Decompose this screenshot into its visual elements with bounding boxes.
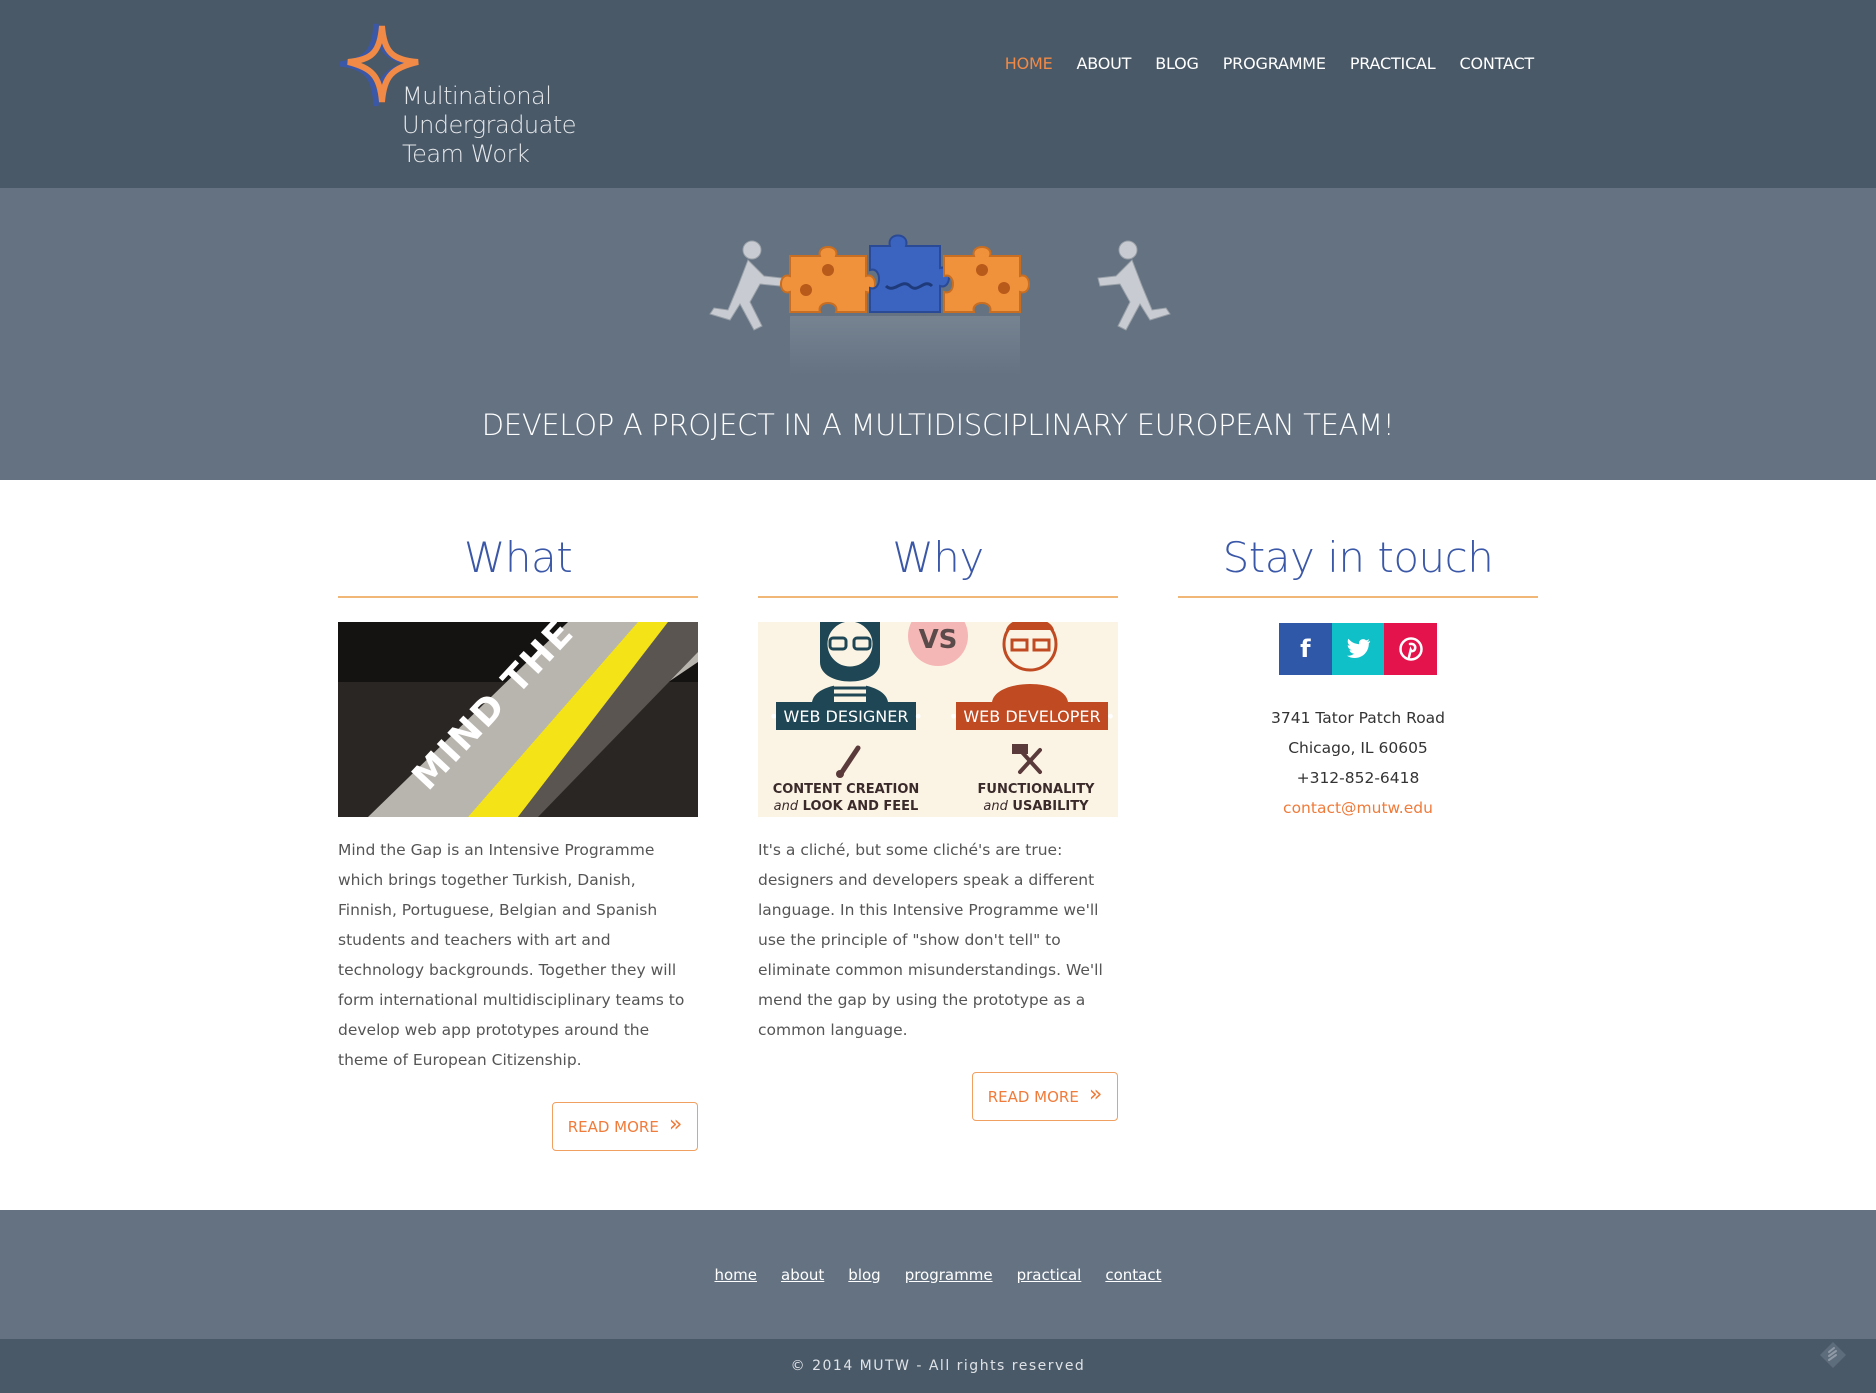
what-read-more-button[interactable]: READ MORE »	[552, 1102, 698, 1151]
pinterest-icon[interactable]	[1384, 623, 1438, 675]
why-column: Why VS • WEB DESIGNER • • WEB DEVELOPER …	[758, 480, 1118, 1121]
orange-puzzle-piece-icon	[780, 246, 876, 313]
puzzle-teamwork-illustration	[709, 234, 1171, 376]
email-link[interactable]: contact@mutw.edu	[1283, 799, 1433, 817]
copyright-bar: © 2014 MUTW - All rights reserved	[0, 1339, 1876, 1393]
site-logo[interactable]: Multinational Undergraduate Team Work	[338, 22, 578, 172]
read-more-label: READ MORE	[567, 1117, 659, 1136]
what-heading: What	[338, 532, 698, 598]
left-figure-icon	[709, 240, 783, 331]
usability-caption: and USABILITY	[983, 799, 1089, 814]
nav-programme[interactable]: PROGRAMME	[1223, 54, 1326, 73]
content-columns: What MIND THE GAP Mind the Gap is an Int…	[338, 480, 1538, 1210]
designer-vs-developer-image: VS • WEB DESIGNER • • WEB DEVELOPER • CO…	[758, 622, 1118, 817]
why-body: It's a cliché, but some cliché's are tru…	[758, 841, 1103, 1039]
what-body: Mind the Gap is an Intensive Programme w…	[338, 841, 685, 1069]
facebook-icon[interactable]: f	[1279, 623, 1332, 675]
address-line-1: 3741 Tator Patch Road	[1270, 709, 1446, 727]
double-chevron-right-icon: »	[668, 1112, 683, 1137]
footer-link-contact[interactable]: contact	[1105, 1266, 1161, 1284]
stay-in-touch-heading: Stay in touch	[1178, 532, 1538, 598]
social-links: f	[1279, 623, 1438, 675]
address-line-2: Chicago, IL 60605	[1288, 739, 1428, 757]
content-creation-caption: CONTENT CREATION	[773, 782, 920, 797]
footer-link-about[interactable]: about	[781, 1266, 824, 1284]
right-figure-icon	[1097, 240, 1171, 331]
footer-link-home[interactable]: home	[714, 1266, 757, 1284]
nav-home[interactable]: HOME	[1005, 54, 1053, 73]
footer-nav: home about blog programme practical cont…	[0, 1210, 1876, 1339]
scroll-to-top-icon[interactable]	[1818, 1340, 1848, 1370]
why-heading: Why	[758, 532, 1118, 598]
stay-in-touch-column: Stay in touch f 3741 Tator Patch Road Ch…	[1178, 480, 1538, 823]
what-column: What MIND THE GAP Mind the Gap is an Int…	[338, 480, 698, 1151]
hero-banner: DEVELOP A PROJECT IN A MULTIDISCIPLINARY…	[0, 188, 1876, 480]
web-designer-avatar-icon	[812, 622, 888, 702]
nav-practical[interactable]: PRACTICAL	[1350, 54, 1436, 73]
hero-title: DEVELOP A PROJECT IN A MULTIDISCIPLINARY…	[481, 408, 1395, 442]
nav-contact[interactable]: CONTACT	[1460, 54, 1535, 73]
twitter-icon[interactable]	[1331, 623, 1385, 675]
vs-label: VS	[919, 625, 958, 655]
look-and-feel-caption: and LOOK AND FEEL	[774, 799, 919, 814]
double-chevron-right-icon: »	[1088, 1082, 1103, 1107]
contact-info: 3741 Tator Patch Road Chicago, IL 60605 …	[1178, 703, 1538, 823]
main-nav: HOME ABOUT BLOG PROGRAMME PRACTICAL CONT…	[981, 54, 1534, 73]
footer-link-programme[interactable]: programme	[905, 1266, 993, 1284]
functionality-caption: FUNCTIONALITY	[978, 782, 1096, 797]
footer-link-blog[interactable]: blog	[848, 1266, 880, 1284]
copyright-text: © 2014 MUTW - All rights reserved	[790, 1358, 1086, 1374]
phone-number: +312-852-6418	[1296, 769, 1420, 787]
why-read-more-button[interactable]: READ MORE »	[972, 1072, 1118, 1121]
mind-the-gap-image: MIND THE GAP	[338, 622, 698, 817]
read-more-label: READ MORE	[987, 1087, 1079, 1106]
footer-link-practical[interactable]: practical	[1017, 1266, 1082, 1284]
nav-about[interactable]: ABOUT	[1076, 54, 1131, 73]
site-header: Multinational Undergraduate Team Work HO…	[0, 0, 1876, 188]
nav-blog[interactable]: BLOG	[1155, 54, 1199, 73]
web-designer-label: • WEB DESIGNER •	[769, 707, 923, 726]
logo-text: Multinational Undergraduate Team Work	[402, 82, 577, 168]
blue-puzzle-piece-icon	[869, 234, 950, 313]
web-developer-label: • WEB DEVELOPER •	[949, 707, 1115, 726]
orange-puzzle-piece-icon	[943, 246, 1030, 313]
